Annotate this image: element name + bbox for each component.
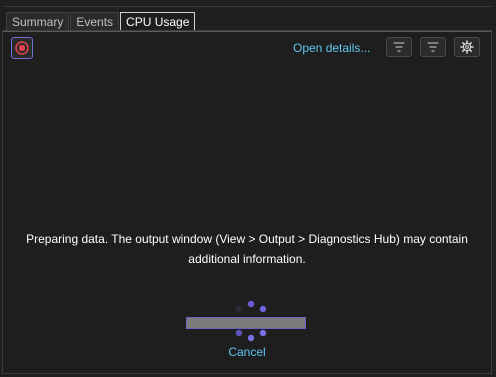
toolbar: Open details... [3,32,491,63]
filter-icon [393,42,405,52]
gear-icon [460,40,474,54]
cancel-link[interactable]: Cancel [3,345,491,359]
tab-summary[interactable]: Summary [6,12,70,30]
status-message-line-2: additional information. [188,252,306,266]
filter-icon [427,42,439,52]
top-strip [0,0,496,9]
tab-cpu-usage[interactable]: CPU Usage [120,12,196,31]
filter-button-2[interactable] [420,37,446,57]
tab-events[interactable]: Events [70,12,120,30]
stop-record-icon [15,41,29,55]
status-message-line-1: Preparing data. The output window (View … [26,232,468,246]
settings-button[interactable] [454,37,480,57]
status-message: Preparing data. The output window (View … [3,229,491,269]
top-divider [4,6,492,7]
cpu-usage-panel: Open details... Preparing data. The outp… [2,30,492,374]
tab-bar: Summary Events CPU Usage [6,12,196,31]
stop-record-button[interactable] [11,37,33,59]
filter-button[interactable] [386,37,412,57]
open-details-link[interactable]: Open details... [293,41,370,55]
progress-bar [186,317,306,329]
